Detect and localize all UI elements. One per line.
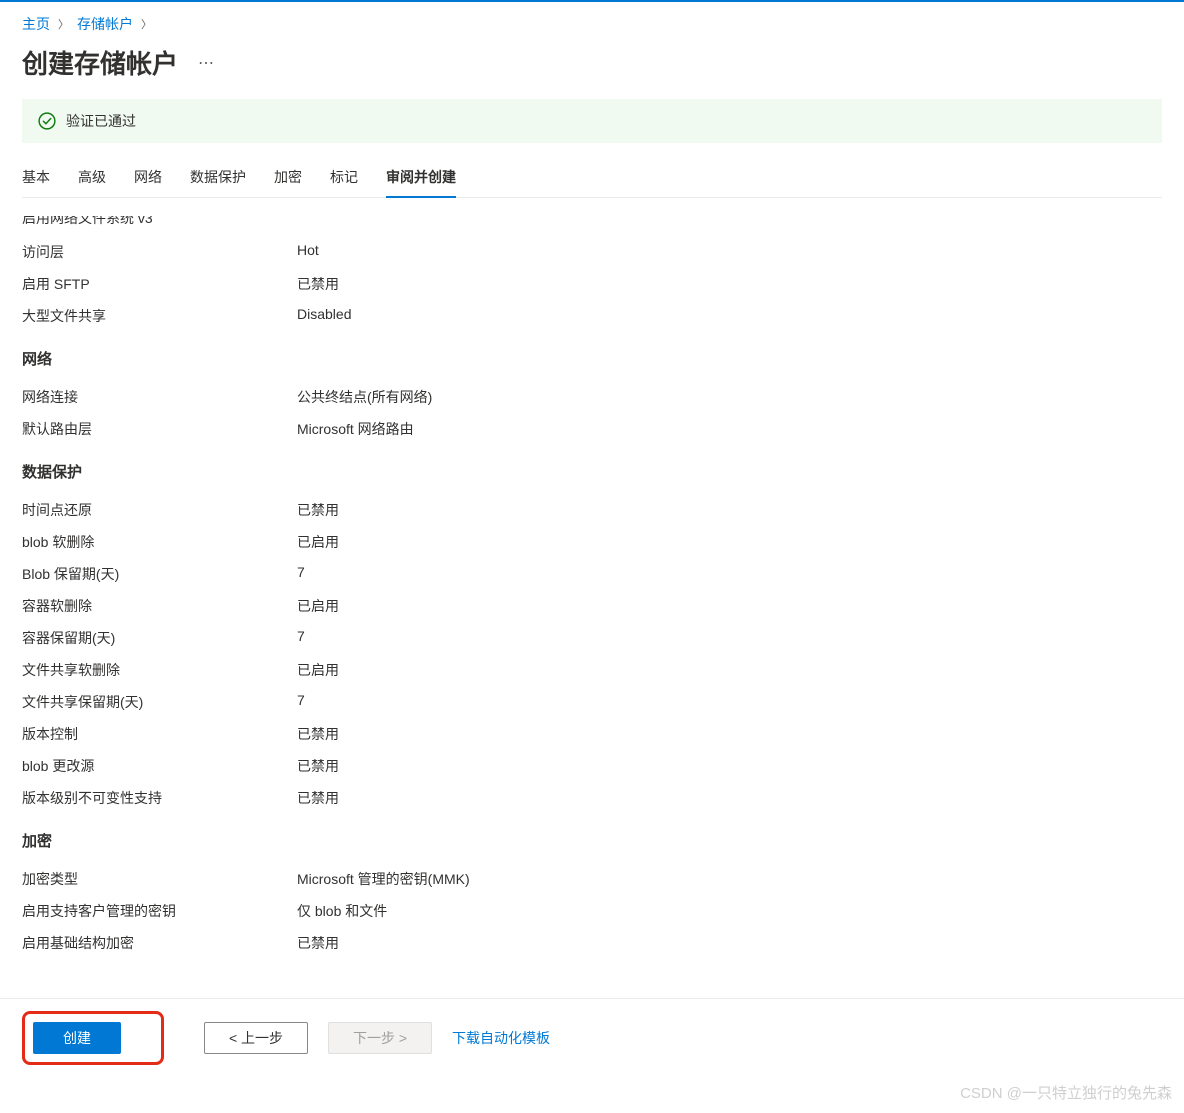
data-protection-label: 版本级别不可变性支持 xyxy=(22,788,297,808)
data-protection-row: 文件共享软删除已启用 xyxy=(22,660,1162,680)
data-protection-row: 容器保留期(天)7 xyxy=(22,628,1162,648)
advanced-value: Hot xyxy=(297,242,319,262)
encryption-value: 仅 blob 和文件 xyxy=(297,901,387,921)
page-title: 创建存储帐户 xyxy=(22,44,178,81)
data-protection-value: 7 xyxy=(297,564,305,584)
data-protection-label: 文件共享软删除 xyxy=(22,660,297,680)
tabs: 基本高级网络数据保护加密标记审阅并创建 xyxy=(22,159,1162,198)
data-protection-value: 7 xyxy=(297,628,305,648)
data-protection-value: 已禁用 xyxy=(297,756,339,776)
data-protection-value: 已启用 xyxy=(297,596,339,616)
encryption-label: 启用基础结构加密 xyxy=(22,933,297,953)
section-title-encryption: 加密 xyxy=(22,830,1162,851)
breadcrumb-storage-accounts[interactable]: 存储帐户 xyxy=(77,14,133,34)
cutoff-label: 启用网络文件系统 v3 xyxy=(22,216,1162,228)
encryption-label: 加密类型 xyxy=(22,869,297,889)
data-protection-label: 容器软删除 xyxy=(22,596,297,616)
advanced-label: 访问层 xyxy=(22,242,297,262)
breadcrumb: 主页 〉 存储帐户 〉 xyxy=(22,14,1162,34)
validation-banner: 验证已通过 xyxy=(22,99,1162,143)
advanced-row: 大型文件共享Disabled xyxy=(22,306,1162,326)
advanced-row: 访问层Hot xyxy=(22,242,1162,262)
review-content: 启用网络文件系统 v3 访问层Hot启用 SFTP已禁用大型文件共享Disabl… xyxy=(22,216,1162,976)
data-protection-row: 版本级别不可变性支持已禁用 xyxy=(22,788,1162,808)
data-protection-label: 容器保留期(天) xyxy=(22,628,297,648)
data-protection-row: 版本控制已禁用 xyxy=(22,724,1162,744)
advanced-value: Disabled xyxy=(297,306,351,326)
network-value: Microsoft 网络路由 xyxy=(297,419,414,439)
download-template-link[interactable]: 下载自动化模板 xyxy=(452,1028,550,1048)
encryption-value: 已禁用 xyxy=(297,933,339,953)
advanced-value: 已禁用 xyxy=(297,274,339,294)
network-value: 公共终结点(所有网络) xyxy=(297,387,432,407)
encryption-value: Microsoft 管理的密钥(MMK) xyxy=(297,869,470,889)
data-protection-label: blob 软删除 xyxy=(22,532,297,552)
chevron-right-icon: 〉 xyxy=(58,16,69,32)
data-protection-value: 已启用 xyxy=(297,660,339,680)
data-protection-row: 时间点还原已禁用 xyxy=(22,500,1162,520)
section-title-data-protection: 数据保护 xyxy=(22,461,1162,482)
next-button: 下一步 > xyxy=(328,1022,432,1054)
data-protection-label: blob 更改源 xyxy=(22,756,297,776)
data-protection-value: 7 xyxy=(297,692,305,712)
data-protection-label: 文件共享保留期(天) xyxy=(22,692,297,712)
create-button-highlight: 创建 xyxy=(22,1011,164,1065)
encryption-label: 启用支持客户管理的密钥 xyxy=(22,901,297,921)
encryption-row: 启用支持客户管理的密钥仅 blob 和文件 xyxy=(22,901,1162,921)
network-row: 网络连接公共终结点(所有网络) xyxy=(22,387,1162,407)
data-protection-label: 时间点还原 xyxy=(22,500,297,520)
watermark: CSDN @一只特立独行的兔先森 xyxy=(960,1082,1172,1103)
data-protection-label: 版本控制 xyxy=(22,724,297,744)
check-circle-icon xyxy=(38,112,56,130)
network-label: 默认路由层 xyxy=(22,419,297,439)
data-protection-value: 已禁用 xyxy=(297,724,339,744)
footer: 创建 < 上一步 下一步 > 下载自动化模板 xyxy=(0,998,1184,1065)
data-protection-row: Blob 保留期(天)7 xyxy=(22,564,1162,584)
breadcrumb-home[interactable]: 主页 xyxy=(22,14,50,34)
data-protection-row: blob 软删除已启用 xyxy=(22,532,1162,552)
network-row: 默认路由层Microsoft 网络路由 xyxy=(22,419,1162,439)
validation-text: 验证已通过 xyxy=(66,111,136,131)
advanced-label: 大型文件共享 xyxy=(22,306,297,326)
tab-0[interactable]: 基本 xyxy=(22,159,50,197)
data-protection-row: 文件共享保留期(天)7 xyxy=(22,692,1162,712)
section-title-network: 网络 xyxy=(22,348,1162,369)
network-label: 网络连接 xyxy=(22,387,297,407)
data-protection-label: Blob 保留期(天) xyxy=(22,564,297,584)
create-button[interactable]: 创建 xyxy=(33,1022,121,1054)
data-protection-value: 已禁用 xyxy=(297,500,339,520)
advanced-row: 启用 SFTP已禁用 xyxy=(22,274,1162,294)
tab-2[interactable]: 网络 xyxy=(134,159,162,197)
tab-1[interactable]: 高级 xyxy=(78,159,106,197)
tab-3[interactable]: 数据保护 xyxy=(190,159,246,197)
tab-4[interactable]: 加密 xyxy=(274,159,302,197)
data-protection-value: 已启用 xyxy=(297,532,339,552)
encryption-row: 启用基础结构加密已禁用 xyxy=(22,933,1162,953)
tab-6[interactable]: 审阅并创建 xyxy=(386,159,456,197)
more-actions-icon[interactable]: ⋯ xyxy=(198,53,215,73)
data-protection-row: blob 更改源已禁用 xyxy=(22,756,1162,776)
data-protection-row: 容器软删除已启用 xyxy=(22,596,1162,616)
previous-button[interactable]: < 上一步 xyxy=(204,1022,308,1054)
advanced-label: 启用 SFTP xyxy=(22,274,297,294)
encryption-row: 加密类型Microsoft 管理的密钥(MMK) xyxy=(22,869,1162,889)
data-protection-value: 已禁用 xyxy=(297,788,339,808)
tab-5[interactable]: 标记 xyxy=(330,159,358,197)
chevron-right-icon: 〉 xyxy=(141,16,152,32)
